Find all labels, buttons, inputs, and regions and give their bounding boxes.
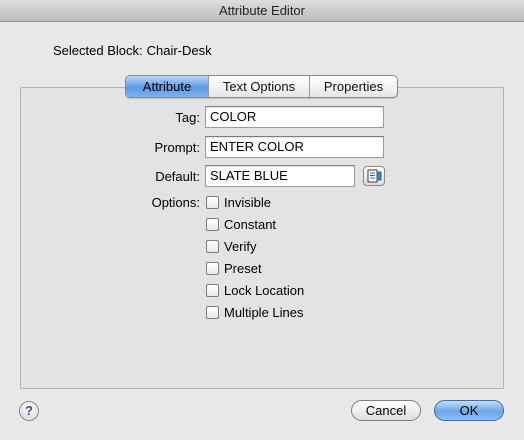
verify-label: Verify [224,238,257,254]
tab-attribute[interactable]: Attribute [126,76,209,97]
option-invisible[interactable]: Invisible [206,194,271,210]
multiple-lines-checkbox[interactable] [206,305,219,319]
selected-block-value: Chair-Desk [146,43,212,58]
constant-label: Constant [224,216,277,232]
lock-location-label: Lock Location [224,282,305,298]
option-lock-location[interactable]: Lock Location [206,282,304,298]
default-label: Default: [155,169,200,184]
constant-checkbox[interactable] [206,217,219,231]
option-multiple-lines[interactable]: Multiple Lines [206,304,304,320]
preset-checkbox[interactable] [206,261,219,275]
selected-block-info: Selected Block: Chair-Desk [53,43,212,58]
help-icon: ? [25,403,33,418]
tag-field[interactable]: COLOR [205,106,384,128]
lock-location-checkbox[interactable] [206,283,219,297]
option-verify[interactable]: Verify [206,238,257,254]
ok-button[interactable]: OK [434,400,504,421]
window-title: Attribute Editor [0,0,524,22]
verify-checkbox[interactable] [206,239,219,253]
multiple-lines-label: Multiple Lines [224,304,304,320]
invisible-label: Invisible [224,194,271,210]
prompt-label: Prompt: [154,140,200,155]
option-constant[interactable]: Constant [206,216,276,232]
tab-bar: Attribute Text Options Properties [125,75,398,98]
tab-text-options[interactable]: Text Options [209,76,310,97]
attribute-editor-window: Attribute Editor Selected Block: Chair-De… [0,0,524,440]
default-field[interactable]: SLATE BLUE [205,165,355,187]
tab-properties[interactable]: Properties [310,76,397,97]
invisible-checkbox[interactable] [206,195,219,209]
insert-field-icon [367,169,382,183]
help-button[interactable]: ? [19,401,39,421]
prompt-field[interactable]: ENTER COLOR [205,136,384,158]
options-label: Options: [151,195,200,210]
option-preset[interactable]: Preset [206,260,262,276]
tag-label: Tag: [175,110,200,125]
insert-field-button[interactable] [363,166,385,186]
selected-block-label: Selected Block: [53,43,143,58]
preset-label: Preset [224,260,262,276]
tab-content-panel [20,87,504,389]
cancel-button[interactable]: Cancel [351,400,421,421]
